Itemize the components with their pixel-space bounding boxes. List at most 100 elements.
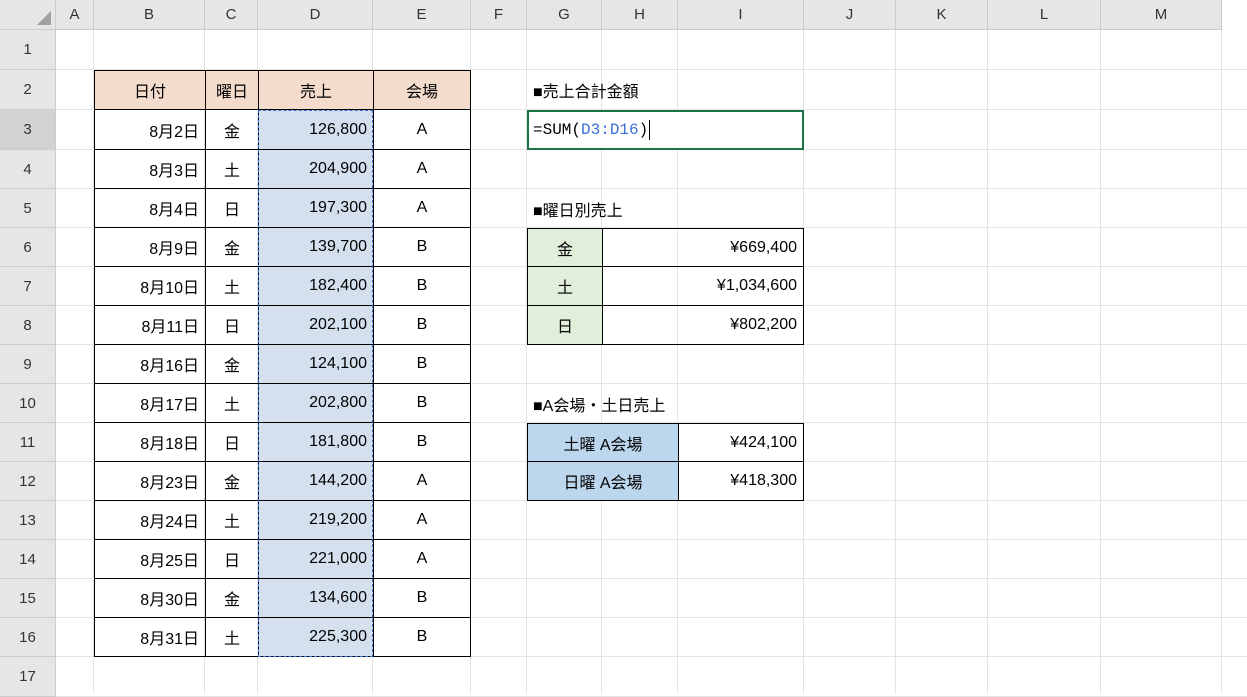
cell-day-3[interactable]: 金 [205, 110, 258, 150]
cell-date-12[interactable]: 8月23日 [94, 462, 205, 501]
byday-day-7[interactable]: 土 [527, 267, 602, 306]
cell-sales-4[interactable]: 204,900 [258, 150, 373, 189]
row-header-15[interactable]: 15 [0, 579, 56, 618]
cell-day-12[interactable]: 金 [205, 462, 258, 501]
cell-date-16[interactable]: 8月31日 [94, 618, 205, 657]
cell-date-4[interactable]: 8月3日 [94, 150, 205, 189]
cell-sales-13[interactable]: 219,200 [258, 501, 373, 540]
venuea-label-11[interactable]: 土曜 A会場 [527, 423, 678, 462]
cell-sales-16[interactable]: 225,300 [258, 618, 373, 657]
venuea-amount-12[interactable]: ¥418,300 [678, 462, 804, 501]
cell-sales-5[interactable]: 197,300 [258, 189, 373, 228]
cell-day-9[interactable]: 金 [205, 345, 258, 384]
cell-venue-15[interactable]: B [373, 579, 471, 618]
col-header-G[interactable]: G [527, 0, 602, 30]
cell-venue-16[interactable]: B [373, 618, 471, 657]
cell-day-4[interactable]: 土 [205, 150, 258, 189]
cell-date-9[interactable]: 8月16日 [94, 345, 205, 384]
row-header-1[interactable]: 1 [0, 30, 56, 70]
cell-venue-4[interactable]: A [373, 150, 471, 189]
cell-day-13[interactable]: 土 [205, 501, 258, 540]
col-header-I[interactable]: I [678, 0, 804, 30]
header-sales[interactable]: 売上 [258, 70, 373, 110]
cell-date-5[interactable]: 8月4日 [94, 189, 205, 228]
cell-venue-3[interactable]: A [373, 110, 471, 150]
col-header-K[interactable]: K [896, 0, 988, 30]
col-header-B[interactable]: B [94, 0, 205, 30]
row-header-13[interactable]: 13 [0, 501, 56, 540]
row-header-10[interactable]: 10 [0, 384, 56, 423]
venuea-label-12[interactable]: 日曜 A会場 [527, 462, 678, 501]
row-header-9[interactable]: 9 [0, 345, 56, 384]
row-header-2[interactable]: 2 [0, 70, 56, 110]
cell-sales-15[interactable]: 134,600 [258, 579, 373, 618]
cell-sales-14[interactable]: 221,000 [258, 540, 373, 579]
col-header-L[interactable]: L [988, 0, 1101, 30]
row-header-3[interactable]: 3 [0, 110, 56, 150]
row-header-6[interactable]: 6 [0, 228, 56, 267]
row-header-17[interactable]: 17 [0, 657, 56, 697]
cell-day-11[interactable]: 日 [205, 423, 258, 462]
cell-sales-12[interactable]: 144,200 [258, 462, 373, 501]
cell-venue-14[interactable]: A [373, 540, 471, 579]
cell-day-5[interactable]: 日 [205, 189, 258, 228]
row-header-12[interactable]: 12 [0, 462, 56, 501]
cell-venue-7[interactable]: B [373, 267, 471, 306]
cell-sales-6[interactable]: 139,700 [258, 228, 373, 267]
cell-venue-9[interactable]: B [373, 345, 471, 384]
byday-amount-6[interactable]: ¥669,400 [602, 228, 804, 267]
cell-day-16[interactable]: 土 [205, 618, 258, 657]
cell-sales-11[interactable]: 181,800 [258, 423, 373, 462]
cell-day-15[interactable]: 金 [205, 579, 258, 618]
cell-venue-10[interactable]: B [373, 384, 471, 423]
cell-day-8[interactable]: 日 [205, 306, 258, 345]
cell-date-14[interactable]: 8月25日 [94, 540, 205, 579]
byday-day-6[interactable]: 金 [527, 228, 602, 267]
header-venue[interactable]: 会場 [373, 70, 471, 110]
cell-venue-8[interactable]: B [373, 306, 471, 345]
row-header-8[interactable]: 8 [0, 306, 56, 345]
cell-date-13[interactable]: 8月24日 [94, 501, 205, 540]
byday-amount-7[interactable]: ¥1,034,600 [602, 267, 804, 306]
cell-venue-5[interactable]: A [373, 189, 471, 228]
cell-date-11[interactable]: 8月18日 [94, 423, 205, 462]
cell-day-10[interactable]: 土 [205, 384, 258, 423]
cell-sales-8[interactable]: 202,100 [258, 306, 373, 345]
col-header-E[interactable]: E [373, 0, 471, 30]
cell-venue-12[interactable]: A [373, 462, 471, 501]
cell-date-7[interactable]: 8月10日 [94, 267, 205, 306]
col-header-H[interactable]: H [602, 0, 678, 30]
col-header-J[interactable]: J [804, 0, 896, 30]
row-header-4[interactable]: 4 [0, 150, 56, 189]
cell-day-6[interactable]: 金 [205, 228, 258, 267]
header-date[interactable]: 日付 [94, 70, 205, 110]
cell-venue-11[interactable]: B [373, 423, 471, 462]
row-header-16[interactable]: 16 [0, 618, 56, 657]
byday-day-8[interactable]: 日 [527, 306, 602, 345]
col-header-A[interactable]: A [56, 0, 94, 30]
col-header-M[interactable]: M [1101, 0, 1222, 30]
cell-venue-6[interactable]: B [373, 228, 471, 267]
row-header-14[interactable]: 14 [0, 540, 56, 579]
cell-day-14[interactable]: 日 [205, 540, 258, 579]
cell-date-10[interactable]: 8月17日 [94, 384, 205, 423]
cell-sales-10[interactable]: 202,800 [258, 384, 373, 423]
cell-day-7[interactable]: 土 [205, 267, 258, 306]
cell-date-6[interactable]: 8月9日 [94, 228, 205, 267]
cell-date-8[interactable]: 8月11日 [94, 306, 205, 345]
cell-date-15[interactable]: 8月30日 [94, 579, 205, 618]
col-header-C[interactable]: C [205, 0, 258, 30]
col-header-F[interactable]: F [471, 0, 527, 30]
header-day[interactable]: 曜日 [205, 70, 258, 110]
cell-sales-7[interactable]: 182,400 [258, 267, 373, 306]
row-header-7[interactable]: 7 [0, 267, 56, 306]
formula-cell[interactable]: =SUM(D3:D16) [527, 110, 804, 150]
col-header-D[interactable]: D [258, 0, 373, 30]
row-header-5[interactable]: 5 [0, 189, 56, 228]
venuea-amount-11[interactable]: ¥424,100 [678, 423, 804, 462]
byday-amount-8[interactable]: ¥802,200 [602, 306, 804, 345]
cell-sales-3[interactable]: 126,800 [258, 110, 373, 150]
select-all-corner[interactable] [0, 0, 56, 30]
spreadsheet[interactable]: ABCDEFGHIJKLM 1234567891011121314151617 … [0, 0, 1247, 694]
cell-sales-9[interactable]: 124,100 [258, 345, 373, 384]
